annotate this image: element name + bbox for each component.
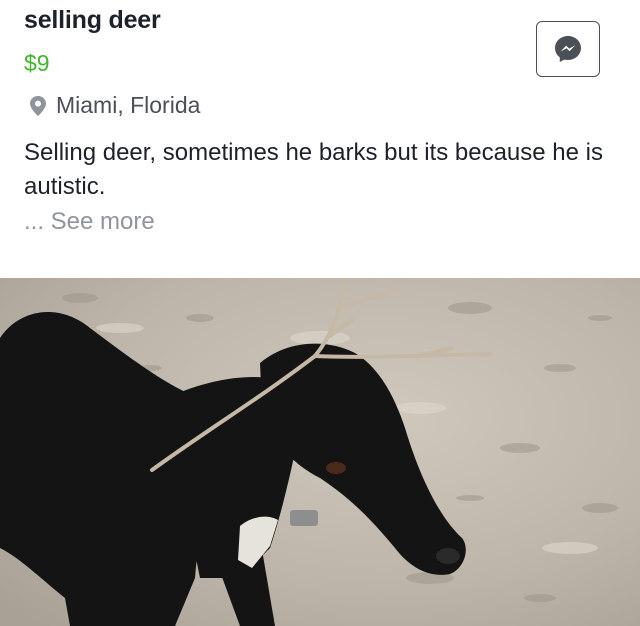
see-more-link[interactable]: ... See more <box>24 208 155 236</box>
listing-header: selling deer $9 Miami, Florida Selling d… <box>0 0 640 272</box>
listing-location: Miami, Florida <box>30 92 200 119</box>
message-seller-button[interactable] <box>536 21 600 77</box>
listing-price: $9 <box>24 50 50 76</box>
listing-description: Selling deer, sometimes he barks but its… <box>24 139 603 200</box>
listing-photo[interactable] <box>0 278 640 626</box>
listing-title: selling deer <box>24 6 161 34</box>
dog-with-antlers-photo <box>0 278 640 626</box>
location-pin-icon <box>30 95 46 116</box>
messenger-icon <box>555 36 581 62</box>
location-text: Miami, Florida <box>56 92 201 118</box>
